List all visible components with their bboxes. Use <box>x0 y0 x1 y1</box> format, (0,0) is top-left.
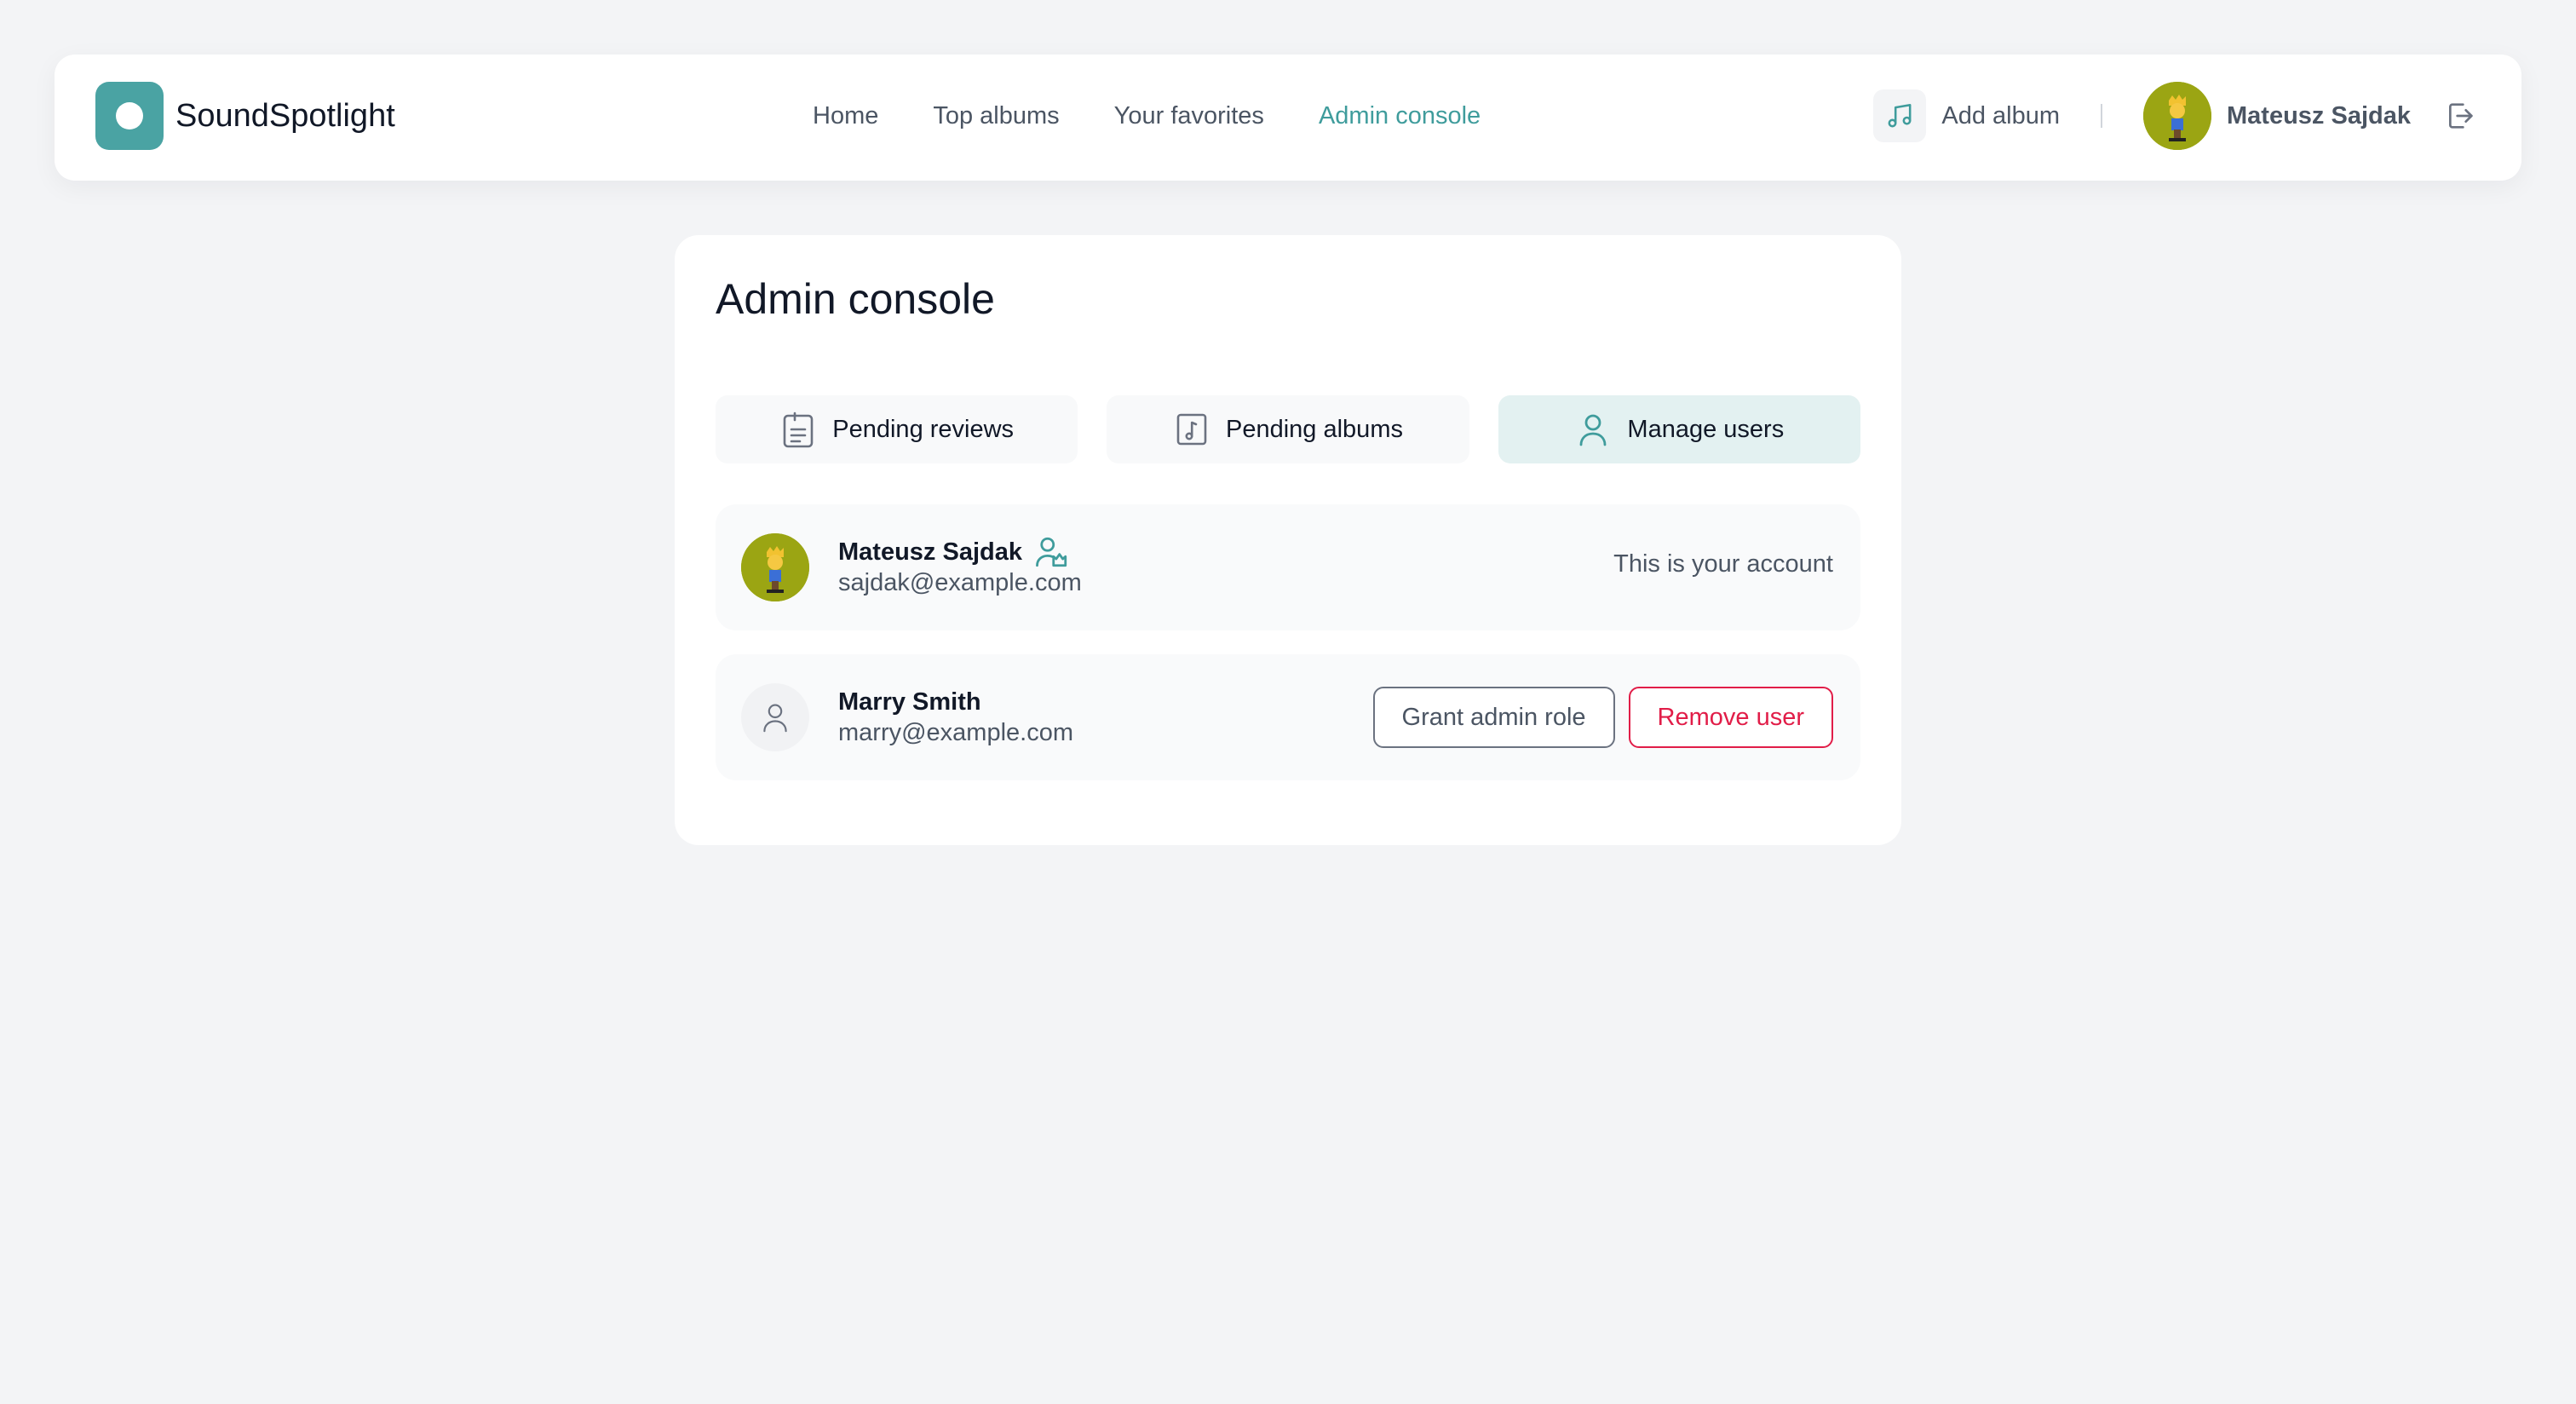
tab-pending-reviews[interactable]: Pending reviews <box>716 395 1078 463</box>
user-row: Mateusz Sajdak sajdak@example.com This i… <box>716 504 1860 630</box>
user-menu[interactable]: Mateusz Sajdak <box>2143 82 2411 150</box>
add-album-button[interactable]: Add album <box>1873 89 2060 142</box>
brand-name: SoundSpotlight <box>175 97 395 134</box>
user-row: Marry Smith marry@example.com Grant admi… <box>716 654 1860 780</box>
brand-logo-icon <box>95 82 164 150</box>
tab-pending-albums[interactable]: Pending albums <box>1107 395 1469 463</box>
tab-label: Manage users <box>1627 415 1785 443</box>
tab-label: Pending albums <box>1226 415 1403 443</box>
user-row-name: Mateusz Sajdak <box>838 538 1022 566</box>
user-row-email: marry@example.com <box>838 719 1073 746</box>
logout-icon[interactable] <box>2440 95 2481 136</box>
tab-label: Pending reviews <box>832 415 1015 443</box>
nav-actions: Add album Mateusz Sajdak <box>1873 82 2481 150</box>
main-nav: Home Top albums Your favorites Admin con… <box>813 82 1481 150</box>
user-info: Marry Smith marry@example.com <box>838 685 1073 747</box>
page-title: Admin console <box>716 275 995 323</box>
nav-divider <box>2101 104 2103 128</box>
user-row-email: sajdak@example.com <box>838 569 1082 596</box>
avatar <box>741 533 809 601</box>
music-note-icon <box>1873 89 1927 142</box>
add-album-label: Add album <box>1941 101 2061 129</box>
admin-tabs: Pending reviews Pending albums Manage us… <box>716 395 1860 463</box>
remove-user-button[interactable]: Remove user <box>1628 687 1833 748</box>
admin-console-panel: Admin console Pending reviews Pending al… <box>675 235 1901 845</box>
user-name: Mateusz Sajdak <box>2227 101 2411 129</box>
avatar <box>2143 82 2212 150</box>
top-navbar: SoundSpotlight Home Top albums Your favo… <box>55 55 2521 181</box>
nav-link-your-favorites[interactable]: Your favorites <box>1114 102 1264 130</box>
user-row-name: Marry Smith <box>838 688 981 716</box>
tab-manage-users[interactable]: Manage users <box>1498 395 1860 463</box>
nav-link-home[interactable]: Home <box>813 102 878 130</box>
clipboard-list-icon <box>779 411 817 448</box>
nav-link-top-albums[interactable]: Top albums <box>933 102 1059 130</box>
own-account-label: This is your account <box>1613 550 1833 578</box>
user-row-actions: Grant admin role Remove user <box>1372 687 1833 748</box>
avatar-placeholder-icon <box>741 683 809 751</box>
nav-link-admin-console[interactable]: Admin console <box>1319 102 1481 130</box>
user-icon <box>1574 411 1612 448</box>
brand[interactable]: SoundSpotlight <box>95 82 395 150</box>
user-info: Mateusz Sajdak sajdak@example.com <box>838 535 1082 597</box>
admin-badge-icon <box>1034 534 1070 570</box>
grant-admin-role-button[interactable]: Grant admin role <box>1372 687 1615 748</box>
music-file-icon <box>1173 411 1210 448</box>
